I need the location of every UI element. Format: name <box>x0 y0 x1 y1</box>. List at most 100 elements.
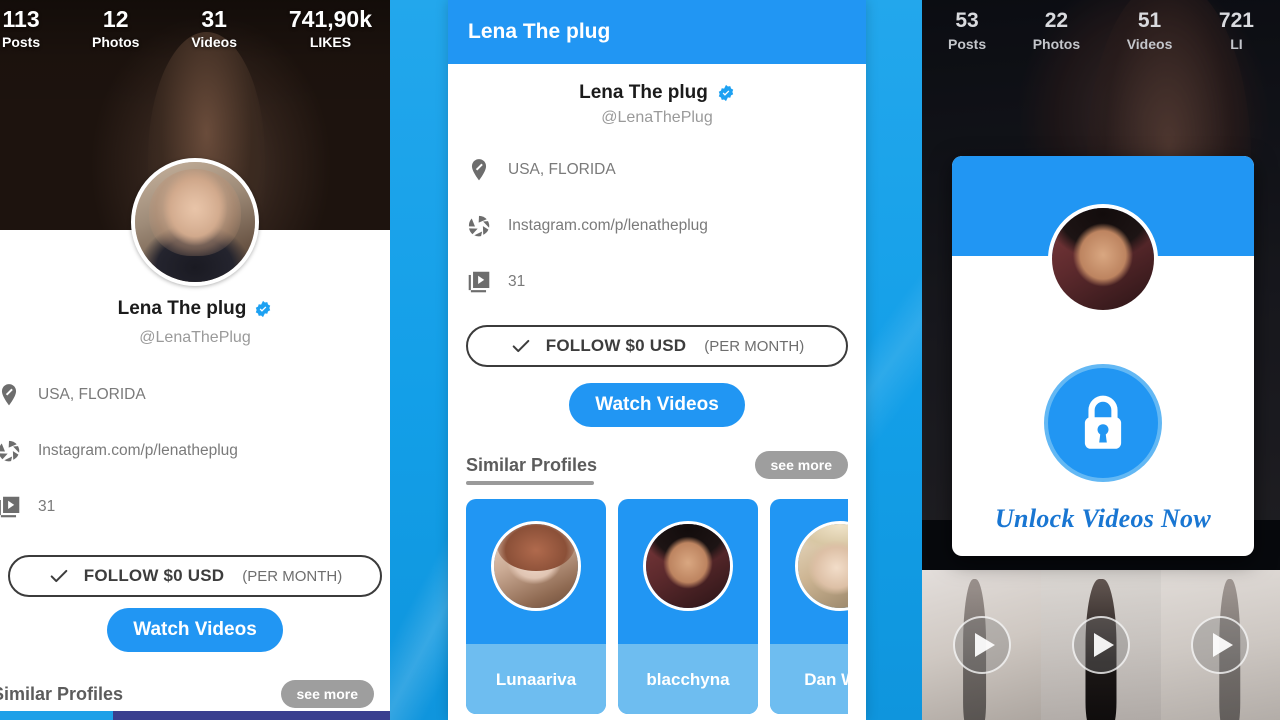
video-thumbnail[interactable] <box>1160 570 1280 720</box>
similar-profiles-card-list: Lunaariva blacchyna Dan Wes <box>466 499 848 714</box>
left-profile-handle: @LenaThePlug <box>139 329 251 346</box>
stat-posts: 53 Posts <box>948 8 986 54</box>
stat-likes-label: LI <box>1230 36 1243 52</box>
center-info-row-location[interactable]: USA, FLORIDA <box>466 157 848 183</box>
center-profile-handle: @LenaThePlug <box>601 109 713 126</box>
stat-videos: 31 Videos <box>191 6 237 52</box>
stat-videos-label: Videos <box>191 34 237 50</box>
unlock-videos-cta-text[interactable]: Unlock Videos Now <box>952 504 1254 534</box>
stat-photos-label: Photos <box>1032 36 1081 52</box>
left-info-list: USA, FLORIDA Instagram.com/p/lenatheplug… <box>0 382 382 550</box>
avatar <box>795 521 848 611</box>
stat-videos-value: 51 <box>1137 9 1162 32</box>
stat-photos: 22 Photos <box>1033 8 1080 54</box>
stat-posts-value: 53 <box>955 9 979 32</box>
left-profile-name-row: Lena The plug <box>0 298 390 320</box>
left-profile-panel: 113 Posts 12 Photos 31 Videos 741,90k LI… <box>0 0 390 720</box>
center-info-row-instagram[interactable]: Instagram.com/p/lenatheplug <box>466 213 848 239</box>
similar-profile-card[interactable]: blacchyna <box>618 499 758 714</box>
center-info-list: USA, FLORIDA Instagram.com/p/lenatheplug… <box>466 157 848 295</box>
stat-photos: 12 Photos <box>92 6 139 52</box>
similar-profile-card[interactable]: Dan Wes <box>770 499 848 714</box>
left-similar-profiles-title: Similar Profiles <box>0 683 124 704</box>
left-similar-profiles-header: Similar Profiles see more <box>0 680 374 708</box>
center-body: Lena The plug @LenaThePlug USA, FLORIDA … <box>448 64 866 714</box>
similar-profile-name: blacchyna <box>646 669 730 689</box>
left-watch-button-wrap: Watch Videos <box>0 608 390 652</box>
stat-posts: 113 Posts <box>2 6 40 52</box>
camera-aperture-icon <box>0 438 22 464</box>
check-icon <box>48 565 70 587</box>
stat-photos-value: 22 <box>1044 9 1069 32</box>
right-locked-panel: 53 Posts 22 Photos 51 Videos 721 LI Unlo… <box>922 0 1280 720</box>
center-instagram-text: Instagram.com/p/lenatheplug <box>508 217 708 234</box>
stat-likes: 721 LI <box>1219 8 1254 54</box>
left-info-row-videos[interactable]: 31 <box>0 494 382 520</box>
verified-badge-icon <box>717 84 735 102</box>
stat-photos-label: Photos <box>92 34 140 50</box>
left-location-text: USA, FLORIDA <box>38 386 146 403</box>
center-similar-profiles-title: Similar Profiles <box>466 454 598 475</box>
video-thumbnail[interactable] <box>922 570 1042 720</box>
center-see-more-button[interactable]: see more <box>754 451 848 479</box>
center-watch-button-wrap: Watch Videos <box>466 383 848 427</box>
left-videos-count: 31 <box>38 498 56 515</box>
center-appbar: Lena The plug <box>448 0 866 64</box>
play-icon[interactable] <box>1191 616 1250 674</box>
similar-profile-name: Dan Wes <box>804 669 848 689</box>
left-follow-button-wrap: FOLLOW $0 USD (PER MONTH) <box>8 555 382 597</box>
app-screenshot: 113 Posts 12 Photos 31 Videos 741,90k LI… <box>0 0 1280 720</box>
center-location-text: USA, FLORIDA <box>508 161 616 178</box>
stat-likes-value: 741,90k <box>288 6 372 32</box>
left-info-row-instagram[interactable]: Instagram.com/p/lenatheplug <box>0 438 382 464</box>
left-watch-videos-button[interactable]: Watch Videos <box>107 608 283 652</box>
left-follow-label: FOLLOW $0 USD <box>83 566 225 585</box>
left-profile-avatar[interactable] <box>131 158 259 286</box>
stat-likes: 741,90k LIKES <box>289 6 372 52</box>
stat-posts-label: Posts <box>948 36 987 52</box>
left-follow-sublabel: (PER MONTH) <box>242 567 343 585</box>
stat-posts-label: Posts <box>2 34 41 50</box>
similar-profile-card[interactable]: Lunaariva <box>466 499 606 714</box>
stat-photos-value: 12 <box>102 6 129 32</box>
verified-badge-icon <box>254 300 272 318</box>
stat-posts-value: 113 <box>2 6 40 32</box>
left-profile-name: Lena The plug <box>117 298 247 319</box>
similar-profile-name: Lunaariva <box>495 669 577 689</box>
center-follow-button-wrap: FOLLOW $0 USD (PER MONTH) <box>466 325 848 367</box>
center-profile-name-row: Lena The plug <box>466 82 848 104</box>
center-follow-sublabel: (PER MONTH) <box>704 337 805 355</box>
center-info-row-videos[interactable]: 31 <box>466 269 848 295</box>
dialog-avatar <box>1048 204 1158 314</box>
avatar <box>491 521 581 611</box>
avatar-photo <box>135 162 255 282</box>
video-library-icon <box>466 269 492 295</box>
video-thumbnail[interactable] <box>1041 570 1161 720</box>
left-instagram-text: Instagram.com/p/lenatheplug <box>38 442 238 459</box>
right-stats-bar: 53 Posts 22 Photos 51 Videos 721 LI <box>922 8 1280 54</box>
center-similar-profiles: Similar Profiles see more Lunaariva blac… <box>466 451 848 714</box>
unlock-videos-dialog[interactable]: Unlock Videos Now <box>952 156 1254 556</box>
center-profile-name: Lena The plug <box>579 82 708 103</box>
camera-aperture-icon <box>466 213 492 239</box>
right-video-thumbnail-strip <box>922 570 1280 720</box>
stat-likes-value: 721 <box>1218 9 1254 32</box>
left-follow-button[interactable]: FOLLOW $0 USD (PER MONTH) <box>8 555 382 597</box>
left-bottom-navbar <box>0 711 390 720</box>
stat-videos-value: 31 <box>201 6 227 32</box>
center-follow-label: FOLLOW $0 USD <box>545 336 687 355</box>
left-see-more-button[interactable]: see more <box>280 680 374 708</box>
center-follow-button[interactable]: FOLLOW $0 USD (PER MONTH) <box>466 325 848 367</box>
center-profile-panel: Lena The plug Lena The plug @LenaThePlug <box>448 0 866 720</box>
left-info-row-location[interactable]: USA, FLORIDA <box>0 382 382 408</box>
center-videos-count: 31 <box>508 273 526 290</box>
play-icon[interactable] <box>952 616 1011 674</box>
play-icon[interactable] <box>1071 616 1130 674</box>
lock-icon[interactable] <box>1044 364 1162 482</box>
check-icon <box>510 335 532 357</box>
stat-videos-label: Videos <box>1126 36 1173 52</box>
video-library-icon <box>0 494 22 520</box>
location-pin-icon <box>0 382 22 408</box>
center-watch-videos-button[interactable]: Watch Videos <box>569 383 745 427</box>
stat-likes-label: LIKES <box>309 34 352 50</box>
